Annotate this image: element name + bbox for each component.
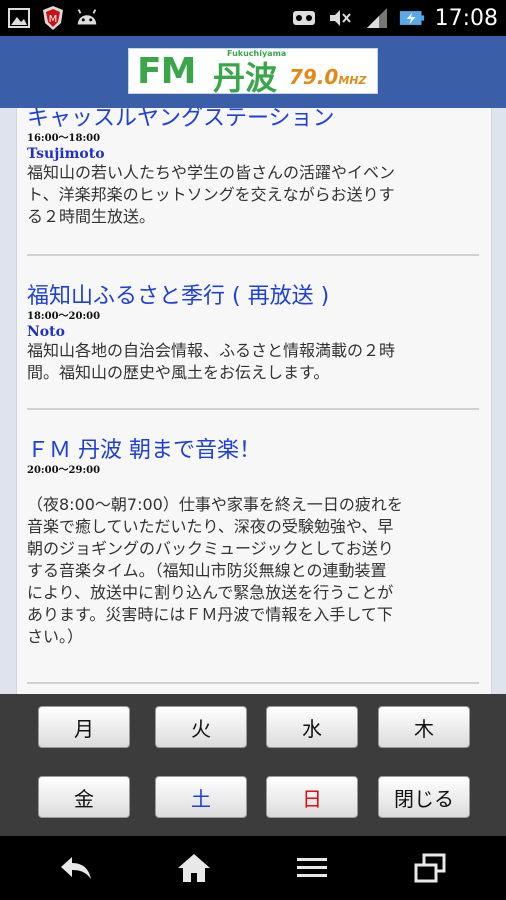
back-icon[interactable]: [56, 850, 96, 886]
program-description: 福知山各地の自治会情報、ふるさと情報満載の２時 間。福知山の歴史や風土をお伝えし…: [27, 341, 396, 382]
day-button-sat[interactable]: 土: [155, 776, 247, 818]
program-description: （夜8:00～朝7:00）仕事や家事を終え一日の疲れを 音楽で癒していただいたり…: [27, 495, 403, 646]
program-time: 18:00～20:00: [27, 311, 101, 322]
logo-fm-text: FM: [137, 51, 196, 92]
program-description: 福知山の若い人たちや学生の皆さんの活躍やイベン ト、洋楽邦楽のヒットソングを交え…: [27, 163, 396, 226]
divider: [27, 682, 479, 684]
close-button[interactable]: 閉じる: [378, 776, 470, 818]
android-icon: [74, 5, 100, 31]
day-button-tue[interactable]: 火: [155, 706, 247, 748]
logo-tanba-text: 丹波: [213, 59, 278, 97]
svg-text:M: M: [49, 14, 58, 25]
status-bar: M 17:08: [0, 0, 506, 36]
day-button-mon[interactable]: 月: [38, 706, 130, 748]
program-item[interactable]: キャッスルヤングステーション 16:00～18:00 Tsujimoto 福知山…: [27, 108, 481, 228]
lte-signal-icon: [363, 5, 389, 31]
app-header: FM Fukuchiyama 丹波 79.0MHZ: [0, 36, 506, 108]
logo-frequency: 79.0MHZ: [289, 65, 367, 89]
program-title[interactable]: キャッスルヤングステーション: [27, 108, 481, 132]
program-host: Tsujimoto: [27, 146, 105, 162]
home-icon[interactable]: [174, 850, 214, 886]
fm-tanba-logo: FM Fukuchiyama 丹波 79.0MHZ: [128, 48, 378, 97]
battery-charging-icon: [399, 5, 425, 31]
program-host: Noto: [27, 324, 65, 340]
day-button-fri[interactable]: 金: [38, 776, 130, 818]
mcafee-shield-icon: M: [40, 5, 66, 31]
recent-apps-icon[interactable]: [410, 850, 450, 886]
day-selector-bar: 月 火 水 木 金 土 日 閉じる: [0, 694, 506, 836]
program-item[interactable]: ＦＭ 丹波 朝まで音楽！ 20:00～29:00 （夜8:00～朝7:00）仕事…: [27, 438, 481, 648]
clock: 17:08: [434, 5, 498, 31]
image-icon: [6, 5, 32, 31]
program-schedule[interactable]: キャッスルヤングステーション 16:00～18:00 Tsujimoto 福知山…: [0, 108, 506, 694]
voicemail-icon: [291, 5, 317, 31]
day-button-thu[interactable]: 木: [378, 706, 470, 748]
program-title[interactable]: 福知山ふるさと季行 ( 再放送 ): [27, 284, 481, 310]
program-time: 16:00～18:00: [27, 133, 101, 144]
menu-icon[interactable]: [292, 850, 332, 886]
day-button-sun[interactable]: 日: [266, 776, 358, 818]
mute-icon: [327, 5, 353, 31]
divider: [27, 254, 479, 256]
program-item[interactable]: 福知山ふるさと季行 ( 再放送 ) 18:00～20:00 Noto 福知山各地…: [27, 284, 481, 384]
program-panel: キャッスルヤングステーション 16:00～18:00 Tsujimoto 福知山…: [16, 108, 492, 694]
navigation-bar: [0, 836, 506, 900]
program-title[interactable]: ＦＭ 丹波 朝まで音楽！: [27, 438, 481, 464]
day-button-wed[interactable]: 水: [266, 706, 358, 748]
program-time: 20:00～29:00: [27, 465, 101, 476]
divider: [27, 408, 479, 410]
